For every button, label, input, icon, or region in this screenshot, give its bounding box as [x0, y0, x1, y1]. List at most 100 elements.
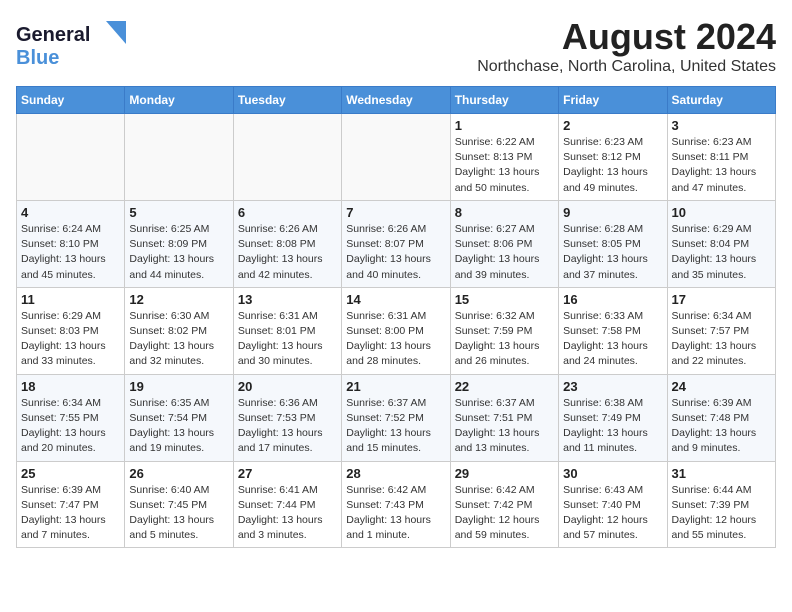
day-info: Sunset: 7:59 PM [455, 324, 554, 339]
day-info: Sunrise: 6:41 AM [238, 483, 337, 498]
day-info: and 33 minutes. [21, 354, 120, 369]
table-row: 23Sunrise: 6:38 AMSunset: 7:49 PMDayligh… [559, 374, 667, 461]
day-info: Daylight: 12 hours [672, 513, 771, 528]
day-info: and 5 minutes. [129, 528, 228, 543]
day-number: 4 [21, 205, 120, 220]
table-row: 30Sunrise: 6:43 AMSunset: 7:40 PMDayligh… [559, 461, 667, 548]
day-info: Daylight: 13 hours [238, 513, 337, 528]
table-row: 25Sunrise: 6:39 AMSunset: 7:47 PMDayligh… [17, 461, 125, 548]
day-info: Sunset: 8:08 PM [238, 237, 337, 252]
day-number: 18 [21, 379, 120, 394]
table-row: 10Sunrise: 6:29 AMSunset: 8:04 PMDayligh… [667, 200, 775, 287]
day-info: Sunrise: 6:23 AM [672, 135, 771, 150]
page-title: August 2024 [477, 16, 776, 58]
day-info: Sunrise: 6:32 AM [455, 309, 554, 324]
day-info: Sunrise: 6:29 AM [21, 309, 120, 324]
table-row: 3Sunrise: 6:23 AMSunset: 8:11 PMDaylight… [667, 114, 775, 201]
day-info: Sunset: 7:43 PM [346, 498, 445, 513]
day-info: Daylight: 13 hours [129, 426, 228, 441]
table-row: 7Sunrise: 6:26 AMSunset: 8:07 PMDaylight… [342, 200, 450, 287]
day-number: 26 [129, 466, 228, 481]
day-info: Sunset: 7:51 PM [455, 411, 554, 426]
day-info: Daylight: 13 hours [346, 339, 445, 354]
day-info: Sunrise: 6:28 AM [563, 222, 662, 237]
day-info: Sunrise: 6:30 AM [129, 309, 228, 324]
table-row: 18Sunrise: 6:34 AMSunset: 7:55 PMDayligh… [17, 374, 125, 461]
day-info: and 24 minutes. [563, 354, 662, 369]
calendar-week-1: 1Sunrise: 6:22 AMSunset: 8:13 PMDaylight… [17, 114, 776, 201]
table-row: 8Sunrise: 6:27 AMSunset: 8:06 PMDaylight… [450, 200, 558, 287]
day-info: and 44 minutes. [129, 268, 228, 283]
day-info: Sunset: 8:12 PM [563, 150, 662, 165]
day-info: Sunrise: 6:26 AM [346, 222, 445, 237]
col-sunday: Sunday [17, 87, 125, 114]
logo-svg: General Blue [16, 16, 136, 71]
day-info: Sunset: 8:11 PM [672, 150, 771, 165]
calendar-week-2: 4Sunrise: 6:24 AMSunset: 8:10 PMDaylight… [17, 200, 776, 287]
table-row: 28Sunrise: 6:42 AMSunset: 7:43 PMDayligh… [342, 461, 450, 548]
day-info: and 55 minutes. [672, 528, 771, 543]
table-row: 12Sunrise: 6:30 AMSunset: 8:02 PMDayligh… [125, 287, 233, 374]
page-header: General Blue August 2024 Northchase, Nor… [16, 16, 776, 76]
day-info: Sunset: 8:01 PM [238, 324, 337, 339]
day-info: Sunset: 8:03 PM [21, 324, 120, 339]
day-info: Sunrise: 6:37 AM [346, 396, 445, 411]
table-row: 15Sunrise: 6:32 AMSunset: 7:59 PMDayligh… [450, 287, 558, 374]
day-info: Sunset: 7:53 PM [238, 411, 337, 426]
table-row: 21Sunrise: 6:37 AMSunset: 7:52 PMDayligh… [342, 374, 450, 461]
day-info: Daylight: 13 hours [672, 426, 771, 441]
day-info: Sunset: 7:58 PM [563, 324, 662, 339]
day-info: and 9 minutes. [672, 441, 771, 456]
day-info: Sunset: 7:48 PM [672, 411, 771, 426]
day-info: Sunset: 7:47 PM [21, 498, 120, 513]
day-number: 19 [129, 379, 228, 394]
title-block: August 2024 Northchase, North Carolina, … [477, 16, 776, 76]
day-info: and 20 minutes. [21, 441, 120, 456]
table-row: 2Sunrise: 6:23 AMSunset: 8:12 PMDaylight… [559, 114, 667, 201]
day-info: Daylight: 13 hours [455, 426, 554, 441]
day-info: and 37 minutes. [563, 268, 662, 283]
table-row: 24Sunrise: 6:39 AMSunset: 7:48 PMDayligh… [667, 374, 775, 461]
table-row: 11Sunrise: 6:29 AMSunset: 8:03 PMDayligh… [17, 287, 125, 374]
day-number: 1 [455, 118, 554, 133]
day-info: and 32 minutes. [129, 354, 228, 369]
day-number: 28 [346, 466, 445, 481]
day-info: Sunrise: 6:26 AM [238, 222, 337, 237]
day-info: Daylight: 13 hours [346, 426, 445, 441]
day-number: 3 [672, 118, 771, 133]
day-number: 27 [238, 466, 337, 481]
day-info: and 28 minutes. [346, 354, 445, 369]
day-info: Sunset: 7:55 PM [21, 411, 120, 426]
day-info: and 3 minutes. [238, 528, 337, 543]
day-info: and 39 minutes. [455, 268, 554, 283]
day-number: 6 [238, 205, 337, 220]
calendar-table: Sunday Monday Tuesday Wednesday Thursday… [16, 86, 776, 548]
day-info: and 13 minutes. [455, 441, 554, 456]
table-row: 13Sunrise: 6:31 AMSunset: 8:01 PMDayligh… [233, 287, 341, 374]
day-info: Daylight: 13 hours [672, 339, 771, 354]
day-number: 5 [129, 205, 228, 220]
day-info: Sunset: 8:09 PM [129, 237, 228, 252]
day-info: and 7 minutes. [21, 528, 120, 543]
calendar-week-5: 25Sunrise: 6:39 AMSunset: 7:47 PMDayligh… [17, 461, 776, 548]
day-info: Daylight: 12 hours [563, 513, 662, 528]
table-row: 20Sunrise: 6:36 AMSunset: 7:53 PMDayligh… [233, 374, 341, 461]
day-info: Sunrise: 6:37 AM [455, 396, 554, 411]
col-monday: Monday [125, 87, 233, 114]
day-number: 17 [672, 292, 771, 307]
day-info: Daylight: 13 hours [455, 339, 554, 354]
day-number: 8 [455, 205, 554, 220]
day-info: Daylight: 13 hours [455, 252, 554, 267]
day-number: 31 [672, 466, 771, 481]
day-info: Sunrise: 6:33 AM [563, 309, 662, 324]
day-info: Sunset: 7:45 PM [129, 498, 228, 513]
table-row [233, 114, 341, 201]
table-row: 4Sunrise: 6:24 AMSunset: 8:10 PMDaylight… [17, 200, 125, 287]
svg-text:Blue: Blue [16, 47, 59, 69]
col-thursday: Thursday [450, 87, 558, 114]
day-info: Sunset: 8:05 PM [563, 237, 662, 252]
day-info: and 17 minutes. [238, 441, 337, 456]
day-info: Sunset: 7:52 PM [346, 411, 445, 426]
day-info: Daylight: 13 hours [21, 252, 120, 267]
day-info: Sunset: 8:07 PM [346, 237, 445, 252]
